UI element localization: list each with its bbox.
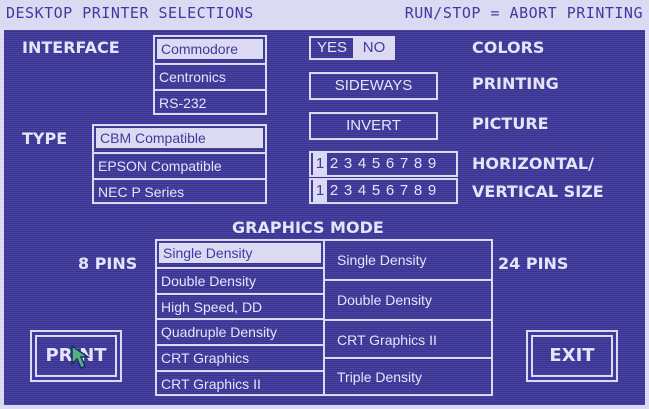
interface-option-commodore[interactable]: Commodore <box>157 39 263 59</box>
horizontal-size-1[interactable]: 1 <box>313 153 327 175</box>
type-option-nec[interactable]: NEC P Series <box>94 178 265 202</box>
vertical-size-8[interactable]: 8 <box>411 180 425 202</box>
horizontal-label: HORIZONTAL/ <box>472 154 594 173</box>
interface-option-centronics[interactable]: Centronics <box>155 63 265 87</box>
pins24-list: Single Density Double Density CRT Graphi… <box>323 239 493 396</box>
type-option-epson[interactable]: EPSON Compatible <box>94 152 265 176</box>
vertical-size-5[interactable]: 5 <box>369 180 383 202</box>
pins8-option-crt-graphics-ii[interactable]: CRT Graphics II <box>157 370 323 394</box>
pins24-option-crt-graphics-ii[interactable]: CRT Graphics II <box>325 319 491 359</box>
horizontal-size-4[interactable]: 4 <box>355 153 369 175</box>
vertical-size-2[interactable]: 2 <box>327 180 341 202</box>
horizontal-size-selector: 123456789 <box>309 151 458 177</box>
pins8-label: 8 PINS <box>78 254 138 273</box>
colors-toggle: YES NO <box>309 36 395 60</box>
horizontal-size-8[interactable]: 8 <box>411 153 425 175</box>
graphics-mode-title: GRAPHICS MODE <box>232 218 384 237</box>
pins24-label: 24 PINS <box>498 254 569 273</box>
sideways-button[interactable]: SIDEWAYS <box>309 72 438 100</box>
pins8-option-high-speed-dd[interactable]: High Speed, DD <box>157 293 323 317</box>
type-label: TYPE <box>22 129 68 148</box>
title-right-hint: RUN/STOP = ABORT PRINTING <box>404 4 643 22</box>
picture-label: PICTURE <box>472 114 549 133</box>
mouse-pointer-icon <box>71 344 91 370</box>
colors-no-button[interactable]: NO <box>353 38 393 58</box>
horizontal-size-6[interactable]: 6 <box>383 153 397 175</box>
invert-button[interactable]: INVERT <box>309 112 438 140</box>
exit-button[interactable]: EXIT <box>526 330 618 382</box>
horizontal-size-9[interactable]: 9 <box>425 153 439 175</box>
pins8-option-quadruple-density[interactable]: Quadruple Density <box>157 318 323 342</box>
horizontal-size-2[interactable]: 2 <box>327 153 341 175</box>
vertical-size-3[interactable]: 3 <box>341 180 355 202</box>
pins8-option-single-density[interactable]: Single Density <box>159 243 321 263</box>
vertical-size-6[interactable]: 6 <box>383 180 397 202</box>
vertical-size-selector: 123456789 <box>309 178 458 204</box>
printer-selections-screen: DESKTOP PRINTER SELECTIONS RUN/STOP = AB… <box>0 0 649 409</box>
type-option-cbm[interactable]: CBM Compatible <box>96 128 263 148</box>
vertical-size-9[interactable]: 9 <box>425 180 439 202</box>
colors-yes-button[interactable]: YES <box>311 38 353 58</box>
horizontal-size-7[interactable]: 7 <box>397 153 411 175</box>
interface-list: Commodore Centronics RS-232 <box>153 35 267 115</box>
pins24-option-double-density[interactable]: Double Density <box>325 279 491 319</box>
vertical-size-7[interactable]: 7 <box>397 180 411 202</box>
vertical-size-4[interactable]: 4 <box>355 180 369 202</box>
horizontal-size-3[interactable]: 3 <box>341 153 355 175</box>
colors-label: COLORS <box>472 38 545 57</box>
type-list: CBM Compatible EPSON Compatible NEC P Se… <box>92 124 267 204</box>
vertical-size-1[interactable]: 1 <box>313 180 327 202</box>
pins8-option-crt-graphics[interactable]: CRT Graphics <box>157 344 323 368</box>
pins8-option-double-density[interactable]: Double Density <box>157 267 323 291</box>
interface-option-rs232[interactable]: RS-232 <box>155 89 265 113</box>
pins24-option-single-density[interactable]: Single Density <box>325 241 491 279</box>
horizontal-size-5[interactable]: 5 <box>369 153 383 175</box>
interface-label: INTERFACE <box>22 38 120 57</box>
title-bar: DESKTOP PRINTER SELECTIONS RUN/STOP = AB… <box>0 0 649 26</box>
printing-label: PRINTING <box>472 74 559 93</box>
exit-button-label: EXIT <box>549 345 595 366</box>
pins8-list: Single Density Double Density High Speed… <box>155 239 325 396</box>
title-left: DESKTOP PRINTER SELECTIONS <box>6 4 254 22</box>
pins24-option-triple-density[interactable]: Triple Density <box>325 357 491 394</box>
vertical-size-label: VERTICAL SIZE <box>472 182 604 201</box>
